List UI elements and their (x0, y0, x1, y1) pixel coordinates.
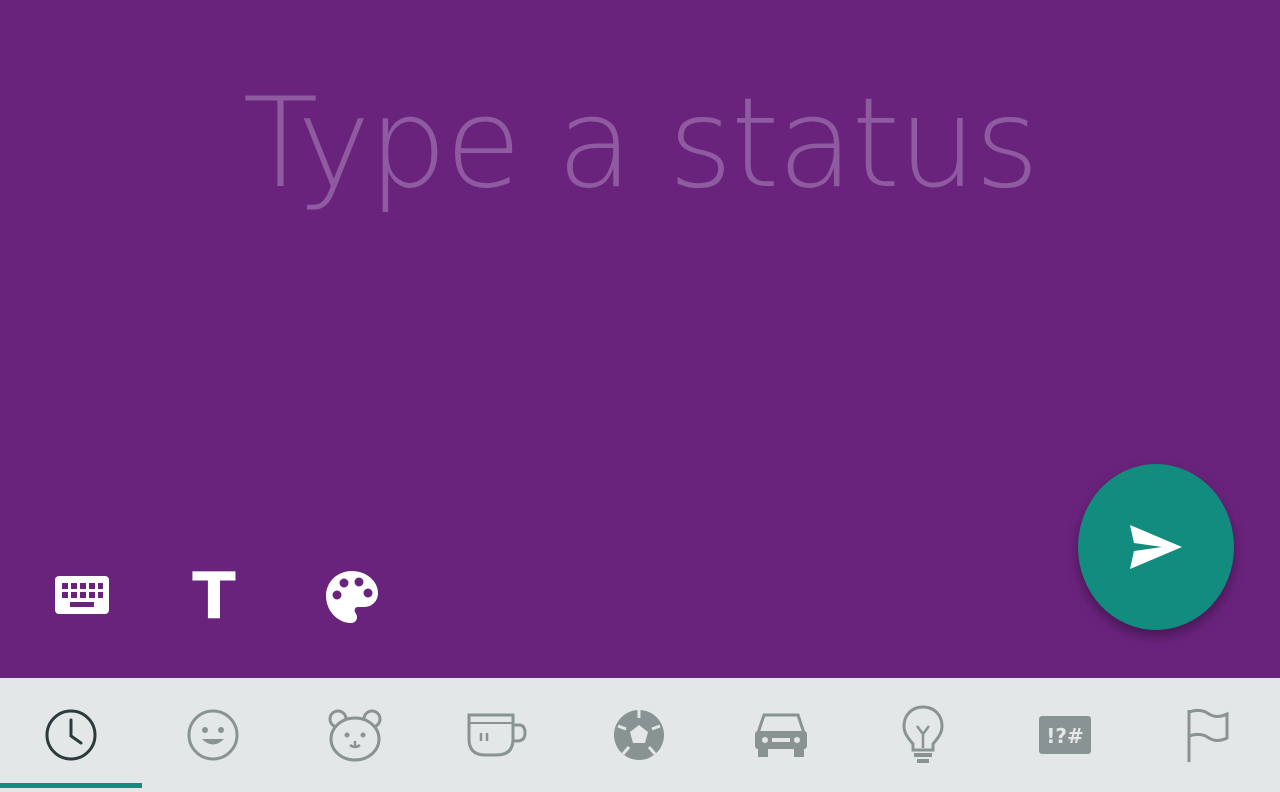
selected-tab-indicator (0, 783, 142, 788)
text-style-icon: T (192, 560, 236, 634)
palette-icon (326, 571, 378, 623)
objects-lightbulb-icon (902, 705, 944, 763)
travel-car-icon (755, 713, 807, 757)
emoji-tab-activity[interactable] (568, 678, 710, 792)
emoji-tab-smileys[interactable] (142, 678, 284, 792)
status-text-input[interactable]: Type a status (0, 70, 1280, 219)
text-style-button[interactable]: T (182, 565, 246, 629)
status-canvas[interactable]: Type a status T (0, 0, 1280, 678)
flags-icon (1187, 708, 1229, 762)
smiley-icon (187, 709, 239, 761)
send-button[interactable] (1078, 464, 1234, 630)
keyboard-button[interactable] (50, 565, 114, 629)
emoji-tab-flags[interactable] (1136, 678, 1278, 792)
emoji-tab-food[interactable] (426, 678, 568, 792)
emoji-tab-animals[interactable] (284, 678, 426, 792)
keyboard-icon (55, 576, 109, 614)
emoji-tab-travel[interactable] (710, 678, 852, 792)
emoji-tab-symbols[interactable]: !?# (994, 678, 1136, 792)
symbols-icon: !?# (1039, 716, 1091, 754)
emoji-tab-recent[interactable] (0, 678, 142, 792)
emoji-category-bar: !?# (0, 678, 1280, 792)
emoji-tab-objects[interactable] (852, 678, 994, 792)
status-composer-screen: Type a status T !?# (0, 0, 1280, 792)
recent-clock-icon (45, 709, 97, 761)
send-icon (1130, 525, 1182, 569)
food-cup-icon (467, 713, 527, 757)
animal-bear-icon (328, 709, 382, 762)
background-color-button[interactable] (320, 565, 384, 629)
activity-soccer-icon (614, 710, 664, 760)
svg-text:!?#: !?# (1046, 724, 1083, 748)
